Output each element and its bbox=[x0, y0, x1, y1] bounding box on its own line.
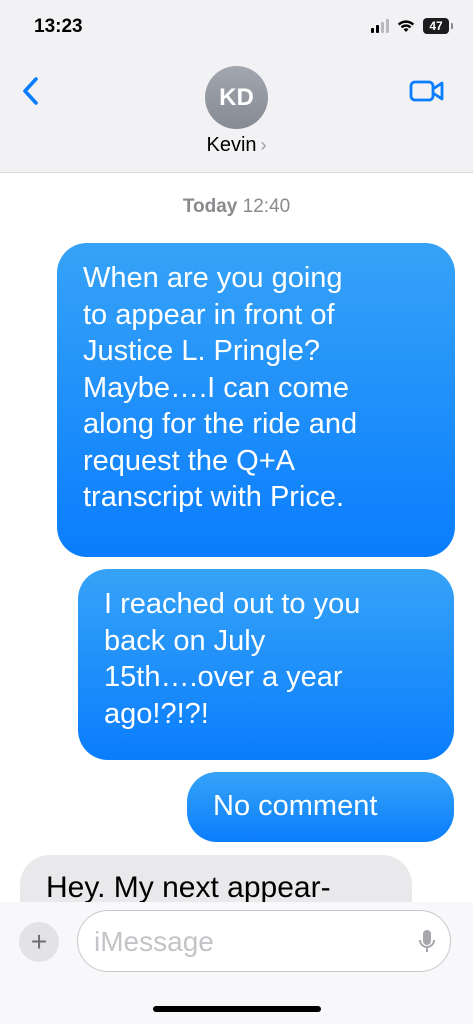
contact-name-button[interactable]: Kevin › bbox=[0, 134, 473, 157]
video-camera-icon bbox=[409, 80, 444, 102]
message-line: I reached out to you bbox=[104, 588, 361, 620]
facetime-video-button[interactable] bbox=[409, 78, 445, 104]
back-button[interactable] bbox=[16, 74, 46, 108]
message-input[interactable] bbox=[92, 925, 396, 959]
message-line: ago!?!?! bbox=[104, 697, 209, 730]
wifi-icon bbox=[397, 20, 415, 32]
outgoing-message[interactable]: No comment bbox=[187, 772, 454, 842]
home-indicator[interactable] bbox=[153, 1006, 321, 1012]
timestamp-day: Today bbox=[182, 196, 238, 217]
conversation-header: 13:23 47 KD Kevin › bbox=[0, 0, 473, 173]
message-line: Maybe….I can come bbox=[83, 371, 349, 404]
cellular-signal-icon bbox=[371, 19, 389, 33]
status-time: 13:23 bbox=[34, 16, 83, 37]
compose-bar: + bbox=[0, 902, 473, 1024]
timestamp-time: 12:40 bbox=[242, 196, 291, 217]
message-field[interactable] bbox=[77, 910, 451, 972]
message-line: When are you going bbox=[83, 262, 343, 294]
outgoing-message[interactable]: When are you going to appear in front of… bbox=[57, 243, 455, 557]
chevron-right-icon: › bbox=[260, 135, 267, 155]
plus-icon: + bbox=[30, 926, 48, 957]
message-line: 15th….over a year bbox=[104, 661, 343, 693]
message-line: back on July bbox=[104, 624, 266, 657]
message-line: transcript with Price. bbox=[83, 481, 345, 513]
outgoing-message[interactable]: I reached out to you back on July 15th….… bbox=[78, 569, 454, 760]
avatar-initials: KD bbox=[219, 83, 254, 111]
battery-icon: 47 bbox=[423, 18, 453, 34]
message-line: Justice L. Pringle? bbox=[83, 335, 320, 367]
microphone-icon[interactable] bbox=[418, 929, 436, 955]
battery-level: 47 bbox=[429, 19, 443, 33]
apps-plus-button[interactable]: + bbox=[19, 922, 59, 962]
contact-name: Kevin bbox=[206, 134, 257, 156]
message-line: No comment bbox=[213, 790, 378, 822]
message-line: request the Q+A bbox=[83, 444, 295, 477]
message-line: to appear in front of bbox=[83, 298, 335, 331]
thread-timestamp: Today 12:40 bbox=[0, 196, 473, 218]
chevron-left-icon bbox=[23, 77, 38, 105]
status-icons: 47 bbox=[371, 18, 453, 34]
message-line: along for the ride and bbox=[83, 408, 358, 440]
contact-avatar[interactable]: KD bbox=[205, 66, 268, 129]
